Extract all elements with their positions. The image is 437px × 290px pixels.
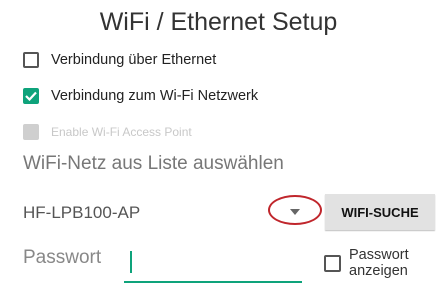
ethernet-option[interactable]: Verbindung über Ethernet <box>23 52 216 68</box>
ethernet-option-label: Verbindung über Ethernet <box>51 52 217 68</box>
checkmark-icon <box>25 91 37 101</box>
network-section-label: WiFi-Netz aus Liste auswählen <box>23 153 284 174</box>
password-label: Passwort <box>23 247 102 268</box>
wifi-option-label: Verbindung zum Wi-Fi Netzwerk <box>51 88 259 104</box>
text-cursor <box>130 251 132 273</box>
access-point-checkbox <box>23 124 39 140</box>
access-point-option: Enable Wi-Fi Access Point <box>23 124 192 140</box>
show-password-label: Passwort anzeigen <box>349 247 409 279</box>
wifi-search-button[interactable]: WIFI-SUCHE <box>325 194 435 230</box>
highlight-circle <box>268 195 322 225</box>
show-password-option[interactable]: Passwort anzeigen <box>324 247 419 279</box>
page-title: WiFi / Ethernet Setup <box>99 8 338 36</box>
wifi-checkbox[interactable] <box>23 88 39 104</box>
show-password-checkbox[interactable] <box>324 254 341 272</box>
wifi-option[interactable]: Verbindung zum Wi-Fi Netzwerk <box>23 88 258 104</box>
access-point-option-label: Enable Wi-Fi Access Point <box>51 125 192 139</box>
ethernet-checkbox[interactable] <box>23 52 39 68</box>
password-input[interactable] <box>124 243 302 283</box>
ssid-dropdown[interactable]: HF-LPB100-AP <box>23 203 140 223</box>
